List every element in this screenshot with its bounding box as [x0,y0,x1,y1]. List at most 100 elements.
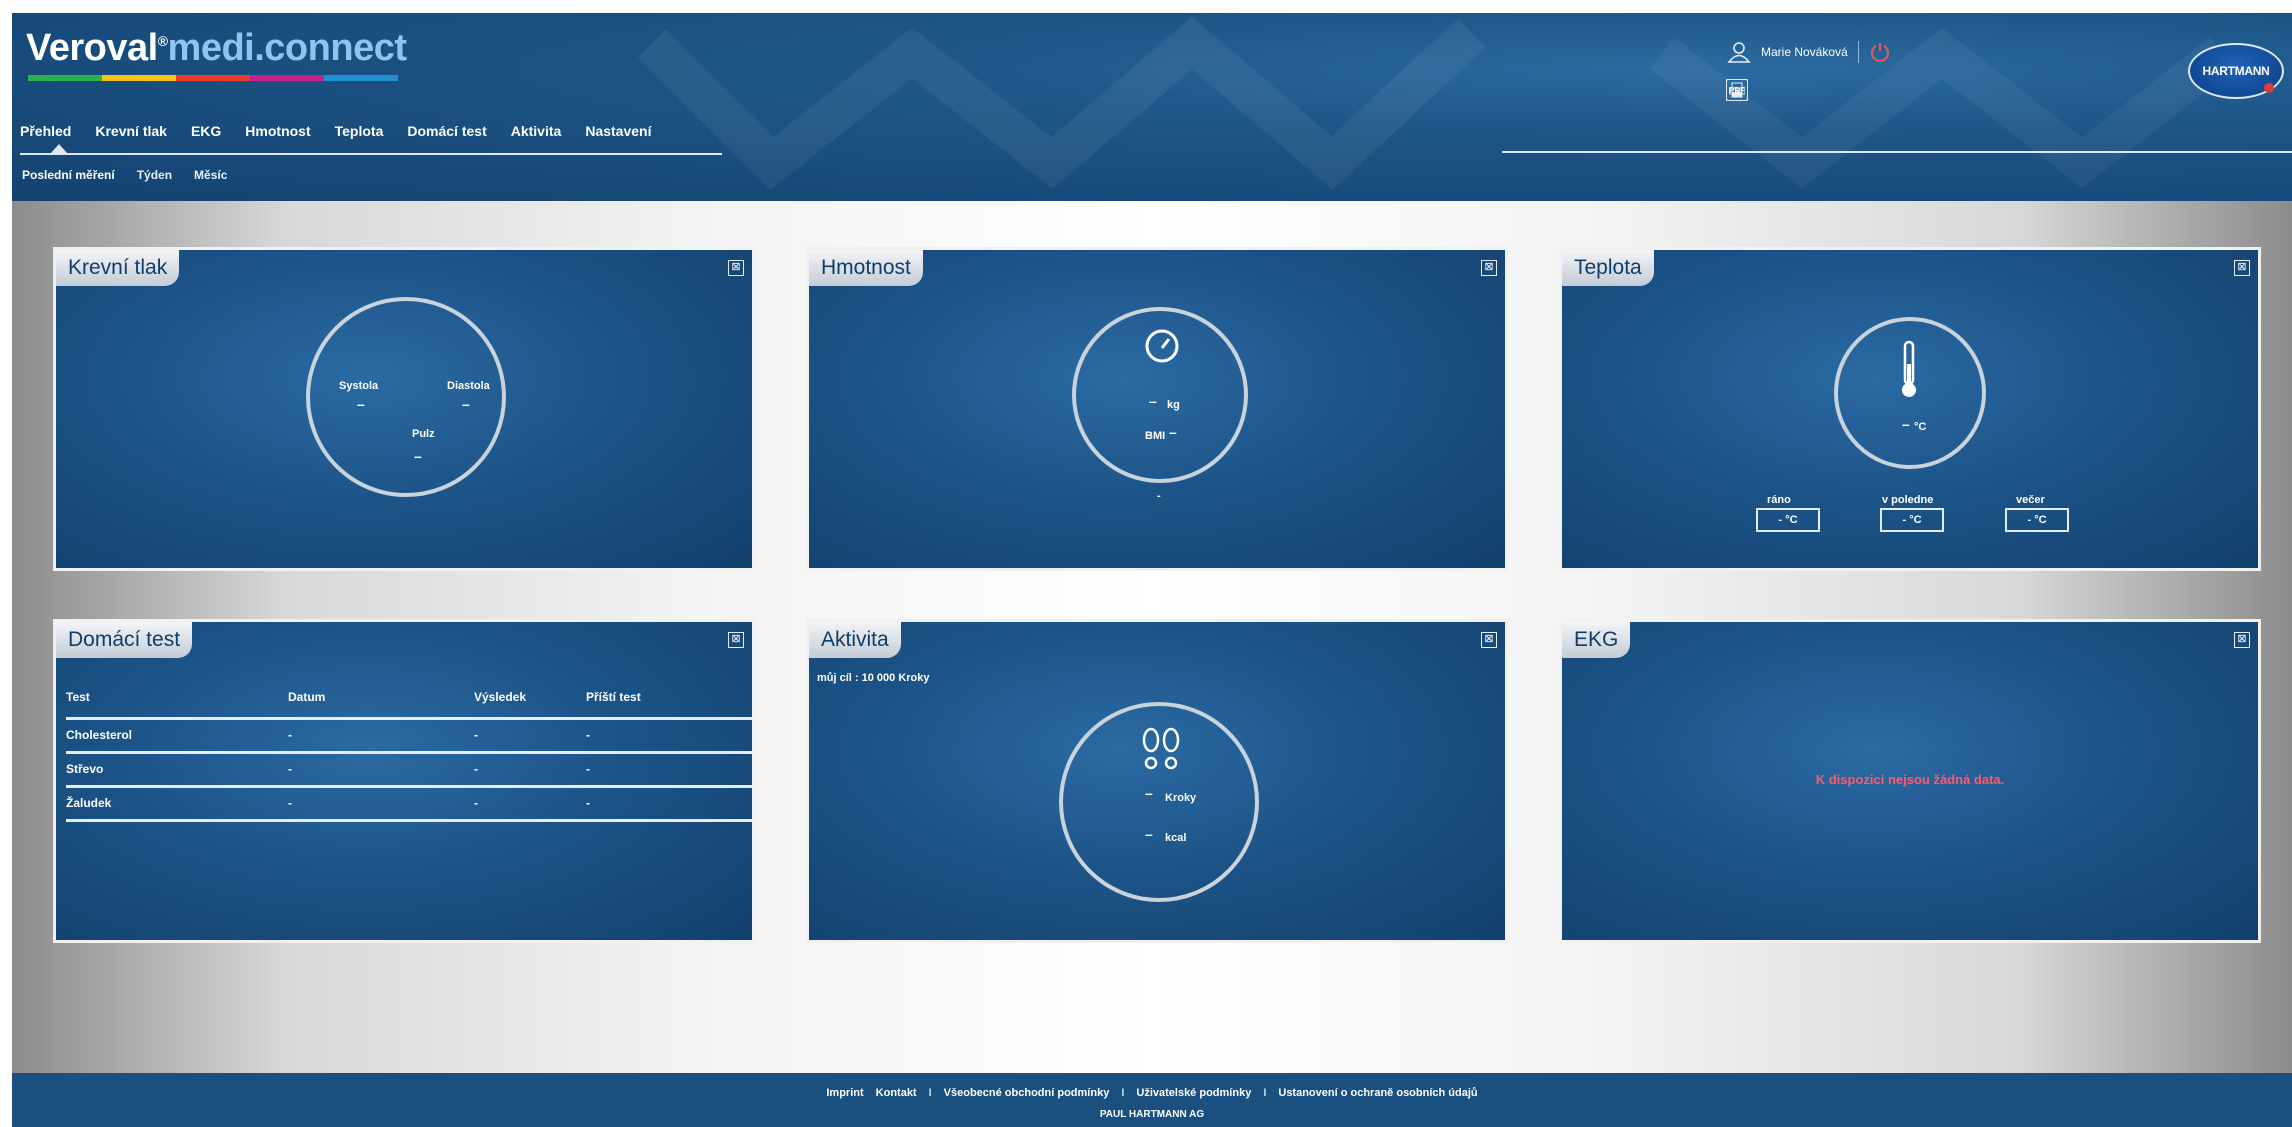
subnav-item-tyden[interactable]: Týden [137,168,194,182]
activity-goal: můj cíl : 10 000 Kroky [817,672,930,684]
logo-bar-green [28,75,102,81]
user-separator [1857,41,1859,63]
noon-temperature-box: - °C [1880,508,1944,532]
column-header: Příští test [586,678,752,720]
footer-links: Imprint Kontakt I Všeobecné obchodní pod… [12,1087,2292,1099]
app-frame: Veroval®medi.connect Přehled Krevní tlak… [12,13,2292,1127]
panel-title: Domácí test [56,622,193,658]
nav-item-nastaveni[interactable]: Nastavení [573,123,663,139]
table-cell: - [586,752,752,788]
table-row[interactable]: Střevo - - - [66,752,752,788]
nav-item-krevni-tlak[interactable]: Krevní tlak [83,123,179,139]
table-cell: - [288,752,474,788]
footer-link-imprint[interactable]: Imprint [826,1087,863,1099]
scale-gauge-icon [1145,329,1179,363]
nav-item-domaci-test[interactable]: Domácí test [395,123,498,139]
kcal-value: – [1145,826,1153,842]
table-cell: Žaludek [66,786,288,822]
logo-name-part2: medi.connect [167,27,407,69]
panel-title: Krevní tlak [56,250,180,286]
logo-color-bar [28,75,398,81]
bp-gauge-ring [306,297,506,497]
main-nav: Přehled Krevní tlak EKG Hmotnost Teplota… [20,123,663,139]
weight-unit: kg [1167,399,1180,411]
header-right-divider [1502,151,2292,153]
panel-title: Aktivita [809,622,901,658]
pulz-value: – [414,448,422,464]
systola-label: Systola [339,380,379,392]
panel-ekg: EKG ⊠ K dispozici nejsou žádná data. [1559,619,2261,943]
user-area: Marie Nováková [1727,41,1891,63]
hartmann-logo[interactable]: HARTMANN [2188,43,2284,99]
user-icon[interactable] [1727,41,1751,63]
footprints-icon [1142,727,1180,770]
maximize-icon[interactable]: ⊠ [1481,260,1497,276]
hartmann-logo-text: HARTMANN [2202,64,2270,78]
table-row[interactable]: Cholesterol - - - [66,718,752,754]
user-name[interactable]: Marie Nováková [1761,45,1848,59]
table-cell: Cholesterol [66,718,288,754]
systola-value: – [357,396,365,412]
header: Veroval®medi.connect Přehled Krevní tlak… [12,13,2292,201]
footer-link-kontakt[interactable]: Kontakt [876,1087,917,1099]
home-test-table: Test Datum Výsledek Příští test Choleste… [66,678,752,822]
sub-nav: Poslední měření Týden Měsíc [22,168,249,182]
evening-label: večer [2016,494,2045,506]
panel-title: EKG [1562,622,1631,658]
panel-title: Hmotnost [809,250,923,286]
footer-link-terms[interactable]: Všeobecné obchodní podmínky [944,1087,1110,1099]
maximize-icon[interactable]: ⊠ [728,632,744,648]
footer-link-privacy[interactable]: Ustanovení o ochraně osobních údajů [1278,1087,1477,1099]
table-cell: - [474,786,586,822]
column-header: Test [66,678,288,720]
morning-temperature-box: - °C [1756,508,1820,532]
table-cell: Střevo [66,752,288,788]
maximize-icon[interactable]: ⊠ [2234,632,2250,648]
table-cell: - [586,718,752,754]
footer-separator: I [1263,1087,1267,1099]
column-header: Výsledek [474,678,586,720]
panel-activity: Aktivita ⊠ můj cíl : 10 000 Kroky – Krok… [806,619,1508,943]
kcal-unit: kcal [1165,832,1187,844]
nav-item-hmotnost[interactable]: Hmotnost [233,123,322,139]
pulz-label: Pulz [412,428,435,440]
maximize-icon[interactable]: ⊠ [1481,632,1497,648]
maximize-icon[interactable]: ⊠ [728,260,744,276]
hartmann-cross-icon [2264,83,2274,93]
footer-company: PAUL HARTMANN AG [1099,1109,1205,1120]
table-header-row: Test Datum Výsledek Příští test [66,678,752,720]
footer-separator: I [928,1087,932,1099]
bmi-label: BMI [1145,430,1166,442]
maximize-icon[interactable]: ⊠ [2234,260,2250,276]
diastola-label: Diastola [447,380,490,392]
nav-item-ekg[interactable]: EKG [179,123,233,139]
logo-bar-yellow [102,75,176,81]
footer-link-user-terms[interactable]: Uživatelské podmínky [1136,1087,1251,1099]
panel-temperature: Teplota ⊠ – °C ráno - °C v poledne - °C … [1559,247,2261,571]
subnav-item-mesic[interactable]: Měsíc [194,168,249,182]
logo-bar-magenta [250,75,324,81]
ekg-no-data-message: K dispozici nejsou žádná data. [1815,772,2005,787]
table-row[interactable]: Žaludek - - - [66,786,752,822]
nav-item-teplota[interactable]: Teplota [323,123,396,139]
panel-blood-pressure: Krevní tlak ⊠ Systola – Diastola – Pulz … [53,247,755,571]
app-logo[interactable]: Veroval®medi.connect [26,27,407,70]
nav-item-prehled[interactable]: Přehled [20,123,83,139]
panel-home-test: Domácí test ⊠ Test Datum Výsledek Příští… [53,619,755,943]
weight-value: – [1149,393,1157,409]
steps-unit: Kroky [1165,792,1197,804]
table-cell: - [474,752,586,788]
bmi-value: – [1169,424,1177,440]
evening-temperature-box: - °C [2005,508,2069,532]
footer-separator: I [1121,1087,1125,1099]
power-icon[interactable] [1869,41,1891,63]
subnav-item-posledni-mereni[interactable]: Poslední měření [22,168,137,182]
nav-divider [20,153,722,155]
logo-bar-blue [324,75,398,81]
steps-value: – [1145,785,1153,801]
logo-bar-red [176,75,250,81]
nav-item-aktivita[interactable]: Aktivita [499,123,574,139]
document-icon[interactable] [1726,79,1748,101]
logo-registered-mark: ® [157,33,168,49]
thermometer-icon [1902,340,1916,397]
